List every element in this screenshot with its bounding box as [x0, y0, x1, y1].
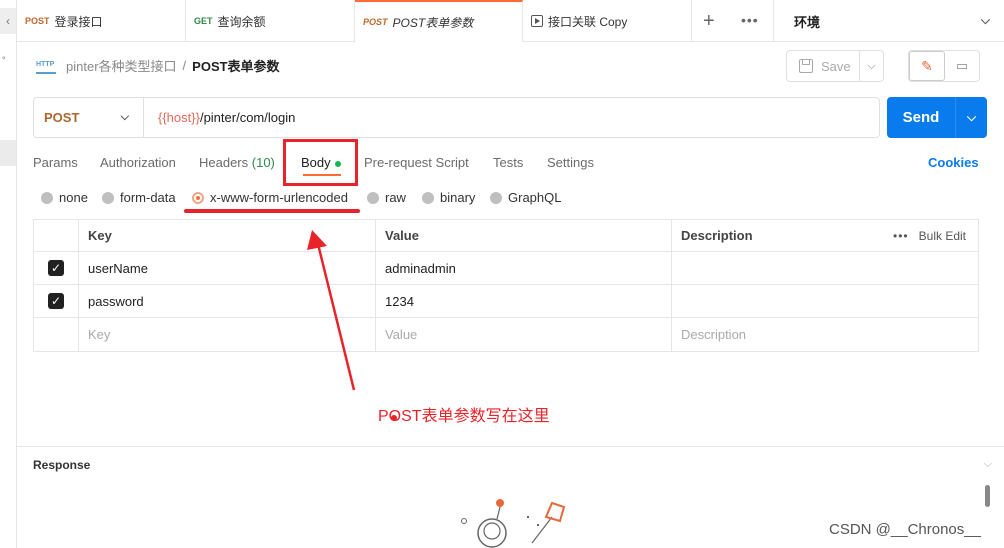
scrollbar[interactable]: [985, 485, 990, 507]
chevron-down-icon[interactable]: ⌵: [984, 458, 992, 471]
response-title: Response: [33, 458, 91, 472]
annotation-text: POST表单参数写在这里: [378, 408, 550, 425]
astronaut-illustration-icon: [461, 499, 566, 548]
watermark: CSDN @__Chronos__: [829, 521, 981, 538]
